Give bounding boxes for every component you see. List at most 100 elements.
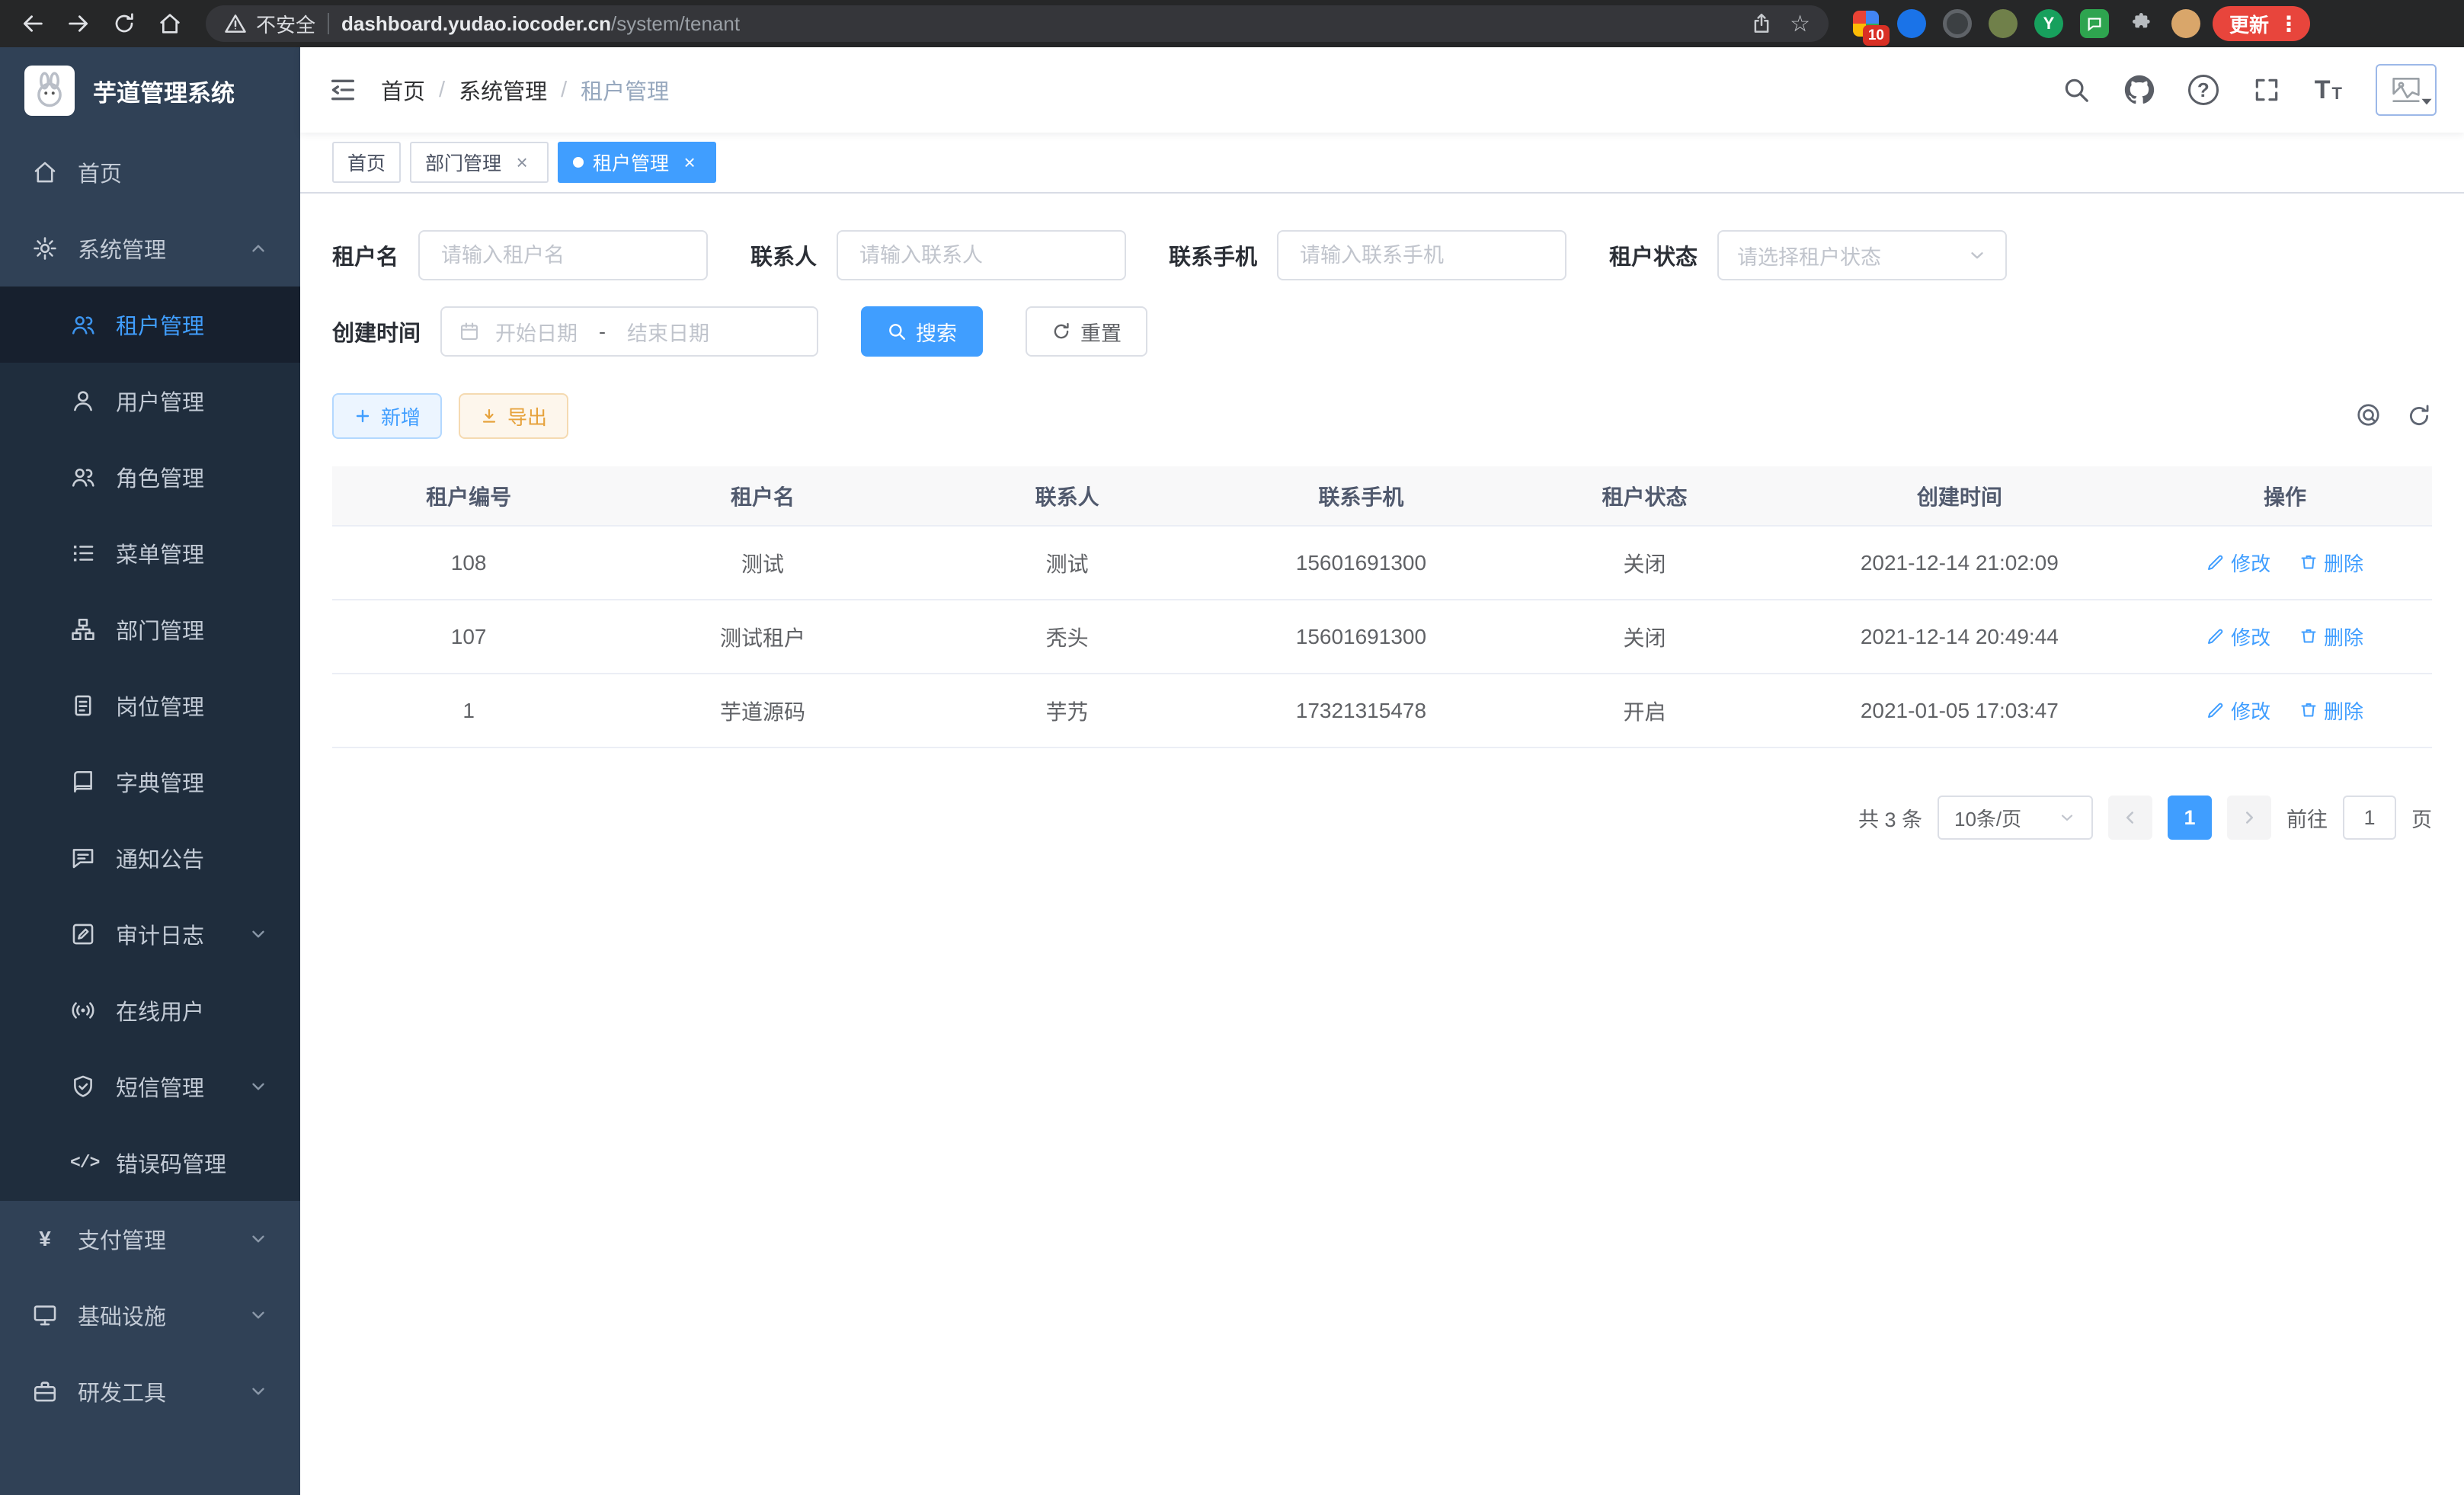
toolbar-refresh-button[interactable]: [2406, 403, 2432, 429]
add-button[interactable]: 新增: [332, 393, 442, 439]
profile-avatar-icon[interactable]: [2171, 9, 2200, 38]
close-icon[interactable]: ×: [510, 151, 533, 174]
sidebar-item-errorcode[interactable]: </> 错误码管理: [0, 1125, 300, 1201]
sidebar-item-infra[interactable]: 基础设施: [0, 1277, 300, 1353]
extension-olive-icon[interactable]: [1989, 9, 2018, 38]
sidebar-item-user[interactable]: 用户管理: [0, 363, 300, 439]
font-size-icon[interactable]: TT: [2315, 77, 2342, 103]
sidebar-item-payment[interactable]: ¥ 支付管理: [0, 1201, 300, 1277]
tenant-table: 租户编号 租户名 联系人 联系手机 租户状态 创建时间 操作 108 测试 测试: [332, 466, 2432, 748]
extension-multicolor-icon[interactable]: 10: [1851, 9, 1880, 38]
browser-menu-icon[interactable]: ⋮: [2278, 11, 2299, 37]
url-text: dashboard.yudao.iocoder.cn/system/tenant: [341, 12, 740, 36]
extension-y-icon[interactable]: Y: [2034, 9, 2063, 38]
share-icon[interactable]: [1750, 12, 1773, 35]
sidebar-item-devtools[interactable]: 研发工具: [0, 1353, 300, 1429]
status-select[interactable]: 请选择租户状态: [1717, 230, 2007, 280]
breadcrumb-home[interactable]: 首页: [381, 74, 425, 106]
prev-page-button[interactable]: [2108, 796, 2152, 840]
tab-dept[interactable]: 部门管理 ×: [410, 142, 549, 183]
page-size-select[interactable]: 10条/页: [1938, 796, 2093, 840]
forward-button[interactable]: [58, 5, 99, 42]
cell-phone: 15601691300: [1214, 526, 1508, 600]
search-icon: [887, 322, 907, 341]
update-button[interactable]: 更新 ⋮: [2213, 6, 2310, 41]
sidebar-item-dept[interactable]: 部门管理: [0, 591, 300, 667]
reload-button[interactable]: [104, 5, 145, 42]
help-icon[interactable]: ?: [2188, 75, 2219, 105]
delete-link[interactable]: 删除: [2299, 623, 2363, 651]
cell-status: 关闭: [1508, 600, 1781, 674]
url-bar[interactable]: 不安全 dashboard.yudao.iocoder.cn/system/te…: [206, 5, 1829, 42]
sidebar-item-menu[interactable]: 菜单管理: [0, 515, 300, 591]
sidebar-item-notice[interactable]: 通知公告: [0, 820, 300, 896]
home-button[interactable]: [149, 5, 190, 42]
rabbit-logo-icon: [30, 71, 69, 110]
fullscreen-icon[interactable]: [2252, 75, 2281, 104]
edit-label: 修改: [2231, 696, 2270, 725]
bookmark-star-icon[interactable]: ☆: [1790, 11, 1810, 37]
id-badge-icon: [70, 693, 96, 719]
sidebar-item-dict[interactable]: 字典管理: [0, 744, 300, 820]
sidebar-logo[interactable]: 芋道管理系统: [0, 47, 300, 134]
edit-link[interactable]: 修改: [2206, 696, 2270, 725]
contact-label: 联系人: [750, 239, 817, 271]
back-button[interactable]: [12, 5, 53, 42]
update-label: 更新: [2229, 10, 2269, 38]
tab-tenant[interactable]: 租户管理 ×: [558, 142, 716, 183]
sidebar-item-audit-log[interactable]: 审计日志: [0, 896, 300, 972]
edit-link[interactable]: 修改: [2206, 623, 2270, 651]
cell-status: 关闭: [1508, 526, 1781, 600]
column-header: 联系人: [920, 466, 1214, 526]
delete-link[interactable]: 删除: [2299, 549, 2363, 577]
phone-input[interactable]: [1277, 230, 1566, 280]
search-icon[interactable]: [2062, 75, 2091, 104]
extension-chat-icon[interactable]: [2080, 9, 2109, 38]
edit-link[interactable]: 修改: [2206, 549, 2270, 577]
cell-tenant-name: 测试: [605, 526, 920, 600]
goto-page-input[interactable]: [2343, 796, 2396, 840]
tenant-name-input[interactable]: [418, 230, 708, 280]
tab-home[interactable]: 首页: [332, 142, 401, 183]
sidebar-item-label: 菜单管理: [116, 537, 204, 569]
sidebar-item-tenant[interactable]: 租户管理: [0, 287, 300, 363]
contact-input[interactable]: [837, 230, 1126, 280]
table-toolbar: 新增 导出: [332, 393, 2432, 439]
book-icon: [70, 769, 96, 795]
extensions-area: 10 Y: [1851, 9, 2200, 38]
next-page-button[interactable]: [2227, 796, 2271, 840]
reload-icon: [112, 11, 136, 36]
extension-blue-icon[interactable]: [1897, 9, 1926, 38]
sidebar-item-system[interactable]: 系统管理: [0, 210, 300, 287]
toolbar-search-toggle-button[interactable]: [2356, 402, 2383, 430]
reset-button[interactable]: 重置: [1026, 306, 1147, 357]
sidebar-item-label: 基础设施: [78, 1299, 166, 1331]
date-range-picker[interactable]: 开始日期 - 结束日期: [440, 306, 818, 357]
sidebar-item-role[interactable]: 角色管理: [0, 439, 300, 515]
sidebar-item-sms[interactable]: 短信管理: [0, 1048, 300, 1125]
delete-link[interactable]: 删除: [2299, 696, 2363, 725]
sidebar-item-label: 在线用户: [116, 994, 204, 1026]
trash-icon: [2299, 553, 2318, 571]
page-number-button[interactable]: 1: [2168, 796, 2212, 840]
extension-ring-icon[interactable]: [1943, 9, 1972, 38]
pencil-icon: [2206, 701, 2225, 719]
chevron-down-icon: [248, 1381, 268, 1401]
sidebar-item-label: 部门管理: [116, 613, 204, 645]
close-icon[interactable]: ×: [678, 151, 701, 174]
trash-icon: [2299, 627, 2318, 645]
sidebar-item-home[interactable]: 首页: [0, 134, 300, 210]
security-chip[interactable]: 不安全: [224, 10, 315, 38]
caret-down-icon[interactable]: [2417, 91, 2437, 111]
home-icon: [32, 159, 58, 185]
collapse-sidebar-icon[interactable]: [328, 75, 358, 105]
puzzle-icon[interactable]: [2126, 9, 2155, 38]
breadcrumb-system[interactable]: 系统管理: [459, 74, 547, 106]
search-button-label: 搜索: [916, 317, 957, 347]
search-button[interactable]: 搜索: [861, 306, 983, 357]
edit-label: 修改: [2231, 623, 2270, 651]
github-icon[interactable]: [2124, 75, 2155, 105]
sidebar-item-online-users[interactable]: 在线用户: [0, 972, 300, 1048]
export-button[interactable]: 导出: [459, 393, 568, 439]
sidebar-item-post[interactable]: 岗位管理: [0, 667, 300, 744]
